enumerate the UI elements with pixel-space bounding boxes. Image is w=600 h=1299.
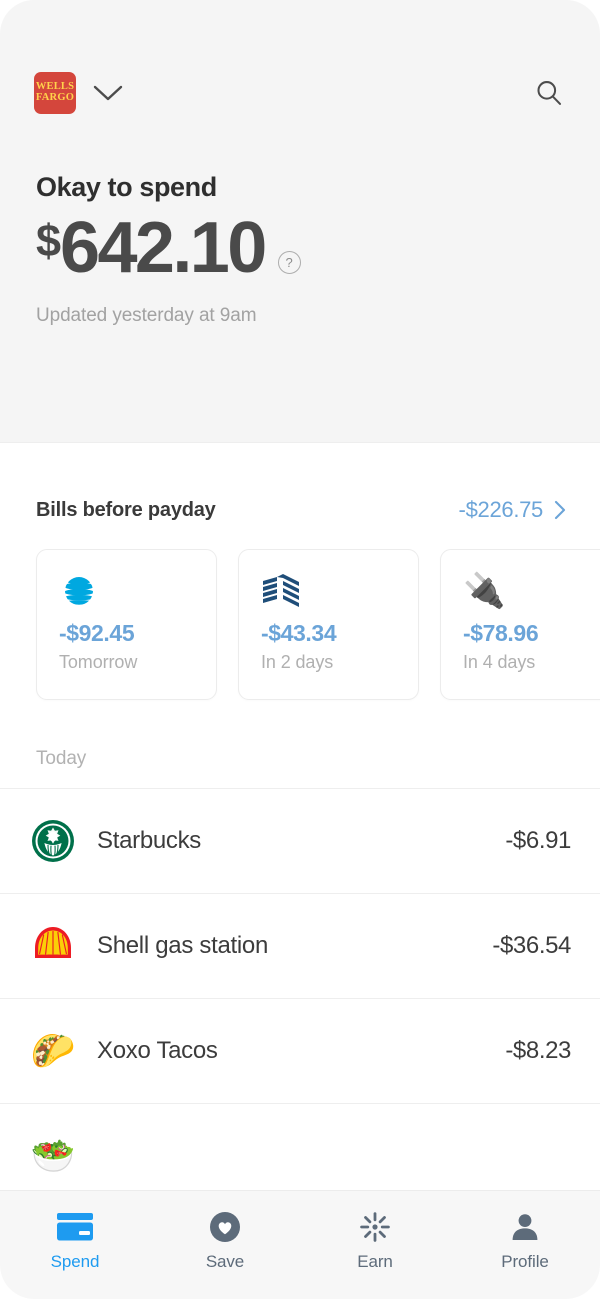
bill-card[interactable]: -$43.34 In 2 days: [238, 549, 419, 700]
top-bar: WELLS FARGO: [0, 0, 600, 114]
att-logo-icon: [59, 568, 216, 614]
account-switcher[interactable]: WELLS FARGO: [34, 72, 123, 114]
starbucks-logo-icon: [30, 818, 76, 864]
chevron-down-icon[interactable]: [93, 84, 123, 102]
utility-logo-icon: [261, 568, 418, 614]
bill-due-date: Tomorrow: [59, 652, 138, 672]
search-icon[interactable]: [532, 76, 566, 110]
bill-amount: -$78.96: [463, 620, 539, 646]
transaction-name: Shell gas station: [97, 932, 269, 959]
tab-label: Earn: [357, 1252, 393, 1271]
bill-amount: -$43.34: [261, 620, 337, 646]
electric-plug-icon: 🔌: [463, 572, 506, 610]
bills-header[interactable]: Bills before payday -$226.75: [0, 497, 600, 523]
transaction-amount: -$6.91: [505, 827, 571, 854]
balance-amount-row: $ 642.10 ?: [36, 212, 564, 284]
sparkle-burst-icon: [359, 1210, 391, 1243]
tab-profile[interactable]: Profile: [450, 1191, 600, 1299]
chevron-right-icon[interactable]: [554, 500, 566, 520]
balance-amount: 642.10: [60, 208, 267, 288]
wells-fargo-logo-icon: WELLS FARGO: [34, 72, 76, 114]
tab-save[interactable]: Save: [150, 1191, 300, 1299]
bottom-tab-bar: Spend Save Earn Profile: [0, 1190, 600, 1299]
shell-logo-icon: [30, 923, 76, 969]
bills-carousel[interactable]: -$92.45 Tomorrow -$43.34 In 2 days 🔌 -$7…: [0, 523, 600, 726]
bills-total-amount: -$226.75: [458, 497, 544, 522]
tab-spend[interactable]: Spend: [0, 1191, 150, 1299]
taco-icon: 🌮: [30, 1030, 76, 1071]
transaction-name: Xoxo Tacos: [97, 1037, 218, 1064]
bill-due-date: In 4 days: [463, 652, 536, 672]
page-title: Okay to spend: [36, 172, 217, 202]
heart-circle-icon: [209, 1210, 241, 1243]
tab-label: Spend: [50, 1252, 100, 1271]
bill-card[interactable]: -$92.45 Tomorrow: [36, 549, 217, 700]
table-row[interactable]: Starbucks -$6.91: [0, 788, 600, 893]
bill-amount: -$92.45: [59, 620, 135, 646]
transactions-section: Today Starbucks -$6.91 Shell gas station…: [0, 726, 600, 1208]
bills-title: Bills before payday: [36, 498, 216, 521]
bank-logo-line2: FARGO: [35, 92, 75, 103]
person-icon: [509, 1210, 541, 1243]
tab-label: Save: [205, 1252, 245, 1271]
bill-due-date: In 2 days: [261, 652, 334, 672]
bill-card[interactable]: 🔌 -$78.96 In 4 days: [440, 549, 600, 700]
table-row[interactable]: 🌮 Xoxo Tacos -$8.23: [0, 998, 600, 1103]
table-row[interactable]: Shell gas station -$36.54: [0, 893, 600, 998]
transaction-amount: -$8.23: [505, 1037, 571, 1064]
last-updated-text: Updated yesterday at 9am: [36, 305, 257, 326]
transaction-name: Starbucks: [97, 827, 202, 854]
balance-hero-panel: WELLS FARGO Okay to spend $ 642.10 ? Upd…: [0, 0, 600, 443]
credit-card-icon: [56, 1210, 94, 1243]
tab-earn[interactable]: Earn: [300, 1191, 450, 1299]
currency-symbol: $: [36, 215, 61, 266]
app-screen: WELLS FARGO Okay to spend $ 642.10 ? Upd…: [0, 0, 600, 1299]
transaction-amount: -$36.54: [492, 932, 571, 959]
salad-icon: 🥗: [30, 1135, 76, 1176]
bills-total-link[interactable]: -$226.75: [459, 497, 566, 523]
help-icon[interactable]: ?: [277, 251, 301, 274]
bills-section: Bills before payday -$226.75 -$92.45 Tom…: [0, 443, 600, 726]
tab-label: Profile: [501, 1252, 549, 1271]
balance-block: Okay to spend $ 642.10 ? Updated yesterd…: [0, 114, 600, 327]
transactions-day-label: Today: [36, 748, 87, 769]
